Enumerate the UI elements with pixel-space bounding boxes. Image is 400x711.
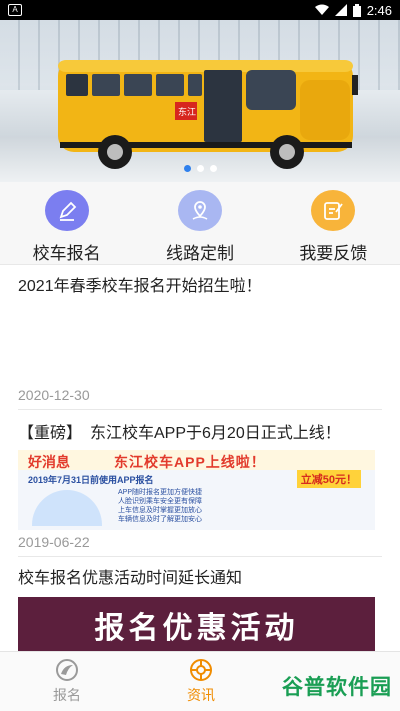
list-item[interactable]: 【重磅】 东江校车APP于6月20日正式上线！ 好消息 东江校车APP上线啦！ … xyxy=(18,410,382,557)
list-item[interactable]: 2021年春季校车报名开始招生啦！ 2020-12-30 xyxy=(18,265,382,410)
shortcut-row: 校车报名 线路定制 我要反馈 xyxy=(0,182,400,264)
school-bus-image: 东江 xyxy=(58,60,358,169)
banner-carousel[interactable]: 东江 xyxy=(0,20,400,182)
status-time: 2:46 xyxy=(366,2,392,18)
promo-benefit: 人脸识别乘车安全更有保障 xyxy=(118,498,202,505)
nav-label: 报名 xyxy=(53,687,81,703)
promo-headline: 好消息 xyxy=(28,454,70,470)
status-bar: A 2:46 xyxy=(0,0,400,20)
promo-benefit: 车辆信息及时了解更加安心 xyxy=(118,516,202,523)
nav-label: 资讯 xyxy=(187,687,215,703)
shortcut-label: 我要反馈 xyxy=(299,244,368,263)
registration-icon xyxy=(56,659,78,681)
news-icon xyxy=(190,659,212,681)
svg-text:东江: 东江 xyxy=(178,106,196,118)
news-date: 2019-06-22 xyxy=(18,534,90,550)
wifi-icon xyxy=(314,4,329,15)
promo-subheadline: 东江校车APP上线啦！ xyxy=(114,454,266,470)
notification-icon: A xyxy=(8,4,22,16)
promo-image: 好消息 东江校车APP上线啦！ 2019年7月31日前使用APP报名 立减50元… xyxy=(18,450,375,530)
shortcut-label: 线路定制 xyxy=(165,244,234,263)
feedback-icon xyxy=(311,190,356,231)
news-title: 【重磅】 东江校车APP于6月20日正式上线！ xyxy=(18,425,341,442)
carousel-dot[interactable] xyxy=(183,165,191,172)
shortcut-feedback[interactable]: 我要反馈 xyxy=(267,182,400,264)
news-date: 2020-12-30 xyxy=(18,387,90,403)
nav-tab-news[interactable]: 资讯 xyxy=(134,652,268,711)
carousel-dots xyxy=(0,165,400,172)
carousel-dot[interactable] xyxy=(196,165,204,172)
news-title: 校车报名优惠活动时间延长通知 xyxy=(18,570,243,587)
promo-decoration xyxy=(32,490,102,526)
news-title: 2021年春季校车报名开始招生啦！ xyxy=(18,278,262,295)
bottom-nav: 报名 资讯 谷普软件园 xyxy=(0,651,400,711)
promo-benefit: 上车信息及时掌握更加放心 xyxy=(118,507,202,514)
shortcut-route-custom[interactable]: 线路定制 xyxy=(133,182,266,264)
edit-icon xyxy=(44,190,89,231)
watermark: 谷普软件园 xyxy=(282,676,392,699)
carousel-dot[interactable] xyxy=(209,165,217,172)
shortcut-label: 校车报名 xyxy=(32,244,101,263)
promo-benefit: APP随时报名更加方便快捷 xyxy=(118,489,203,496)
promo-banner: 报名优惠活动 xyxy=(18,597,375,651)
nav-tab-registration[interactable]: 报名 xyxy=(0,652,134,711)
news-list: 2021年春季校车报名开始招生啦！ 2020-12-30 【重磅】 东江校车AP… xyxy=(0,264,400,651)
signal-icon xyxy=(334,4,347,16)
list-item[interactable]: 校车报名优惠活动时间延长通知 报名优惠活动 xyxy=(18,557,382,651)
map-pin-icon xyxy=(177,190,222,231)
shortcut-bus-registration[interactable]: 校车报名 xyxy=(0,182,133,264)
promo-line: 2019年7月31日前使用APP报名 xyxy=(28,475,154,485)
battery-icon xyxy=(352,3,361,17)
promo-discount: 立减50元！ xyxy=(296,470,361,488)
